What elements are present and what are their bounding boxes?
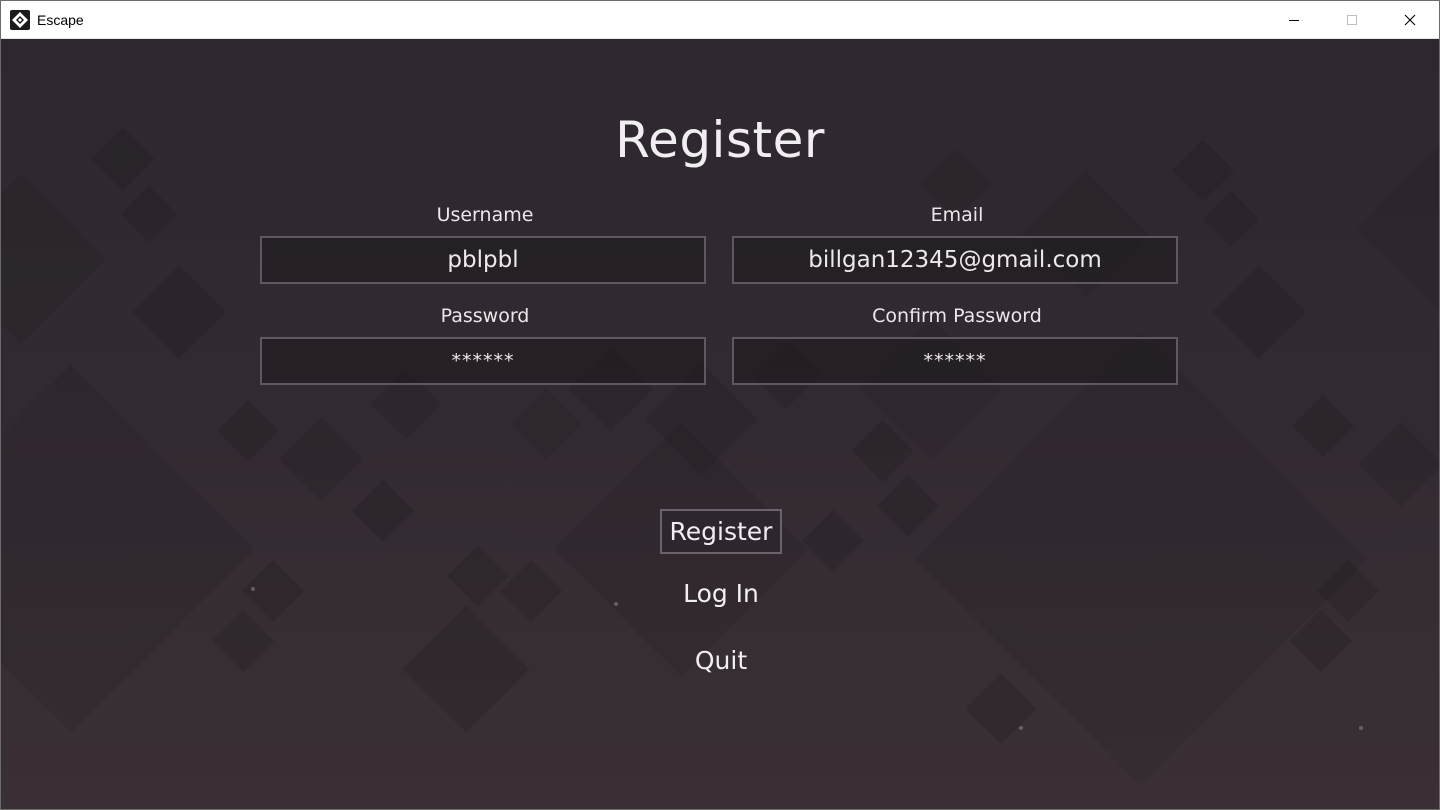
confirm-password-field[interactable]: ****** — [732, 337, 1178, 385]
register-button[interactable]: Register — [660, 509, 782, 554]
confirm-password-label: Confirm Password — [872, 305, 1042, 327]
register-screen: Register Username pblpbl Email billgan12… — [1, 39, 1439, 809]
password-label: Password — [440, 305, 530, 327]
title-bar[interactable]: Escape — [1, 1, 1439, 39]
email-label: Email — [930, 204, 984, 226]
app-window: Escape Register Username pblpbl Email bi… — [0, 0, 1440, 810]
minimize-icon — [1289, 19, 1299, 21]
password-field[interactable]: ****** — [260, 337, 706, 385]
close-icon — [1404, 14, 1416, 25]
email-field[interactable]: billgan12345@gmail.com — [732, 236, 1178, 284]
maximize-icon — [1347, 14, 1357, 25]
window-title: Escape — [37, 11, 84, 28]
maximize-button[interactable] — [1323, 1, 1381, 38]
username-field[interactable]: pblpbl — [260, 236, 706, 284]
quit-button[interactable]: Quit — [621, 646, 821, 675]
escape-logo-icon — [10, 9, 30, 30]
username-label: Username — [436, 204, 534, 226]
page-title: Register — [615, 111, 825, 169]
minimize-button[interactable] — [1265, 1, 1323, 38]
close-button[interactable] — [1381, 1, 1439, 38]
login-button[interactable]: Log In — [621, 579, 821, 608]
window-controls — [1265, 1, 1439, 38]
